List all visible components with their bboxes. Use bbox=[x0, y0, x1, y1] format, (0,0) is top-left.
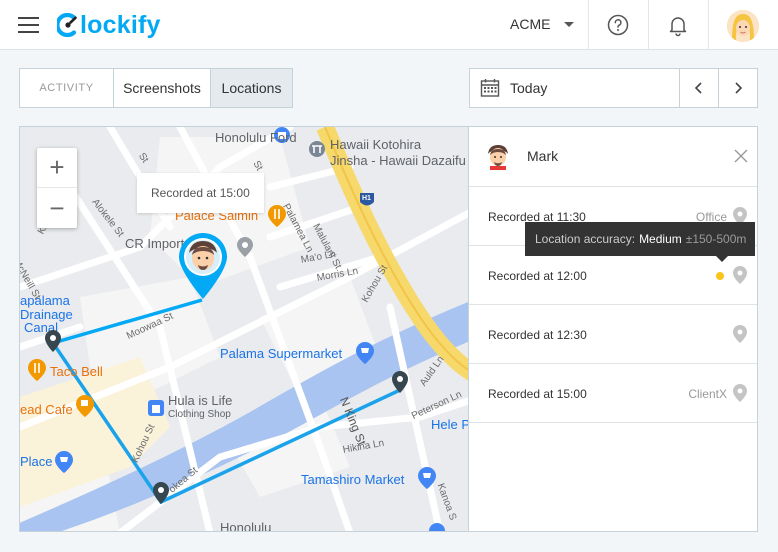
workspace-name: ACME bbox=[510, 16, 551, 32]
user-avatar bbox=[484, 142, 512, 170]
avatar[interactable] bbox=[727, 10, 759, 42]
entry-place: ClientX bbox=[688, 387, 727, 401]
accuracy-level: Medium bbox=[639, 232, 682, 246]
shopping-cart-icon bbox=[55, 451, 73, 473]
map-label: apalama bbox=[20, 293, 70, 308]
date-range-button[interactable]: Today bbox=[470, 69, 679, 107]
menu-icon[interactable] bbox=[18, 17, 39, 33]
location-marker-icon[interactable] bbox=[45, 330, 61, 352]
entry-time: Recorded at 12:30 bbox=[488, 328, 587, 342]
calendar-icon bbox=[480, 79, 500, 97]
shopping-bag-icon bbox=[148, 400, 164, 416]
location-marker-icon[interactable] bbox=[153, 482, 169, 504]
location-marker-icon[interactable] bbox=[392, 371, 408, 393]
restaurant-icon bbox=[28, 359, 46, 381]
shopping-cart-icon bbox=[418, 467, 436, 489]
map-label: Tamashiro Market bbox=[301, 472, 405, 487]
prev-date-button[interactable] bbox=[679, 69, 718, 107]
header-divider bbox=[588, 0, 589, 49]
locations-panel: Mark Recorded at 11:30 Office Recorded a… bbox=[469, 126, 758, 532]
next-date-button[interactable] bbox=[718, 69, 757, 107]
clockify-logo-mark bbox=[57, 13, 77, 37]
tab-screenshots[interactable]: Screenshots bbox=[114, 69, 211, 107]
location-pin-icon bbox=[733, 266, 747, 284]
map-label: Honolulu bbox=[220, 520, 272, 532]
cafe-icon bbox=[76, 395, 94, 417]
map-tooltip: Recorded at 15:00 bbox=[137, 173, 264, 213]
entry-time: Recorded at 15:00 bbox=[488, 387, 587, 401]
shrine-icon bbox=[309, 141, 325, 157]
map-label: CR Import bbox=[125, 236, 185, 251]
place-pin-icon bbox=[429, 523, 445, 531]
logo-text: lockify bbox=[80, 10, 161, 39]
view-tabs: ACTIVITY Screenshots Locations bbox=[19, 68, 293, 108]
header-divider bbox=[708, 0, 709, 49]
date-range-label: Today bbox=[510, 80, 548, 96]
tab-locations[interactable]: Locations bbox=[211, 69, 292, 107]
workspace-selector[interactable]: ACME bbox=[510, 16, 575, 32]
app-header: lockify ACME bbox=[0, 0, 778, 50]
map-label: Hawaii Kotohira bbox=[330, 137, 422, 152]
zoom-control: + − bbox=[37, 148, 77, 228]
zoom-in-button[interactable]: + bbox=[37, 148, 77, 188]
shopping-cart-icon bbox=[356, 342, 374, 364]
location-entry[interactable]: Recorded at 12:30 bbox=[469, 305, 757, 364]
user-location-marker[interactable] bbox=[177, 231, 229, 301]
accuracy-prefix: Location accuracy: bbox=[535, 232, 636, 246]
map-label: Hula is Life bbox=[168, 393, 233, 408]
entry-time: Recorded at 12:00 bbox=[488, 269, 587, 283]
close-icon[interactable] bbox=[734, 149, 748, 163]
map-label: Taco Bell bbox=[50, 364, 103, 379]
map-label: H1 bbox=[362, 195, 371, 202]
location-entry[interactable]: Recorded at 15:00 ClientX bbox=[469, 364, 757, 423]
bell-icon[interactable] bbox=[666, 13, 690, 37]
chevron-left-icon bbox=[695, 82, 702, 94]
user-name: Mark bbox=[527, 148, 559, 164]
map-label: ead Cafe bbox=[20, 402, 73, 417]
map-label: Jinsha - Hawaii Dazaifu bbox=[330, 153, 466, 168]
map-label: Palama Supermarket bbox=[220, 346, 343, 361]
panel-header: Mark bbox=[469, 127, 757, 187]
clockify-logo[interactable]: lockify bbox=[57, 11, 161, 39]
map-label: Clothing Shop bbox=[168, 409, 231, 420]
caret-down-icon bbox=[564, 21, 575, 27]
location-pin-icon bbox=[733, 384, 747, 402]
header-divider bbox=[648, 0, 649, 49]
chevron-right-icon bbox=[735, 82, 743, 94]
accuracy-tooltip: Location accuracy: Medium ±150-500m bbox=[525, 222, 755, 262]
date-range-picker: Today bbox=[469, 68, 758, 108]
help-icon[interactable] bbox=[606, 13, 630, 37]
zoom-out-button[interactable]: − bbox=[37, 188, 77, 228]
accuracy-range: ±150-500m bbox=[685, 232, 747, 246]
location-map[interactable]: Honolulu Ford Hawaii Kotohira Jinsha - H… bbox=[19, 126, 469, 532]
accuracy-indicator-icon[interactable] bbox=[716, 272, 724, 280]
place-pin-icon bbox=[237, 237, 253, 257]
location-pin-icon bbox=[733, 325, 747, 343]
map-label: Hele P bbox=[431, 417, 469, 432]
map-label: Place bbox=[20, 454, 53, 469]
map-label: Honolulu Ford bbox=[215, 130, 297, 145]
tab-activity[interactable]: ACTIVITY bbox=[20, 69, 114, 107]
